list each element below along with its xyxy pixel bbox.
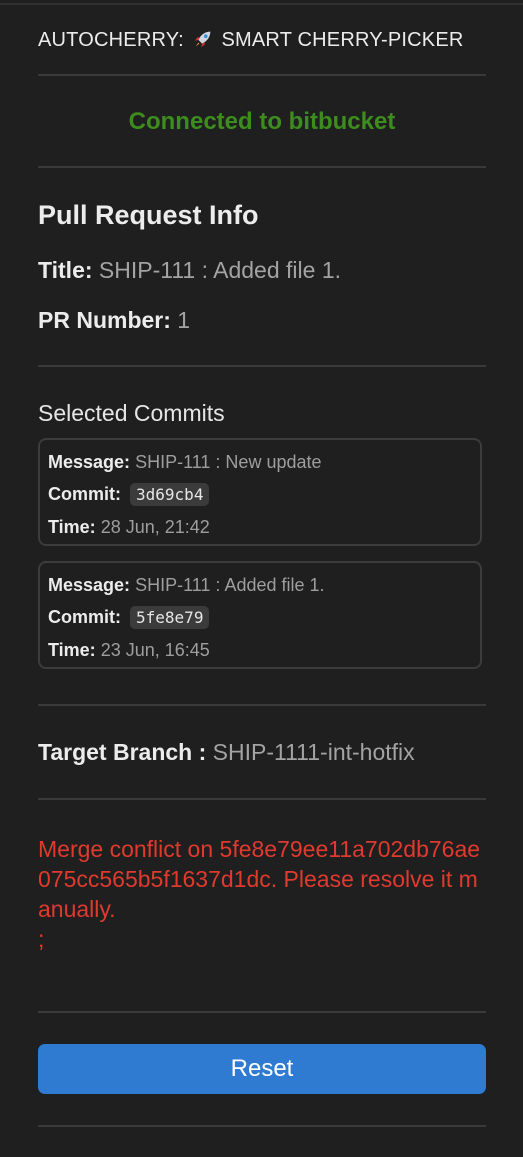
commit-hash-badge: 3d69cb4 xyxy=(130,483,210,506)
divider xyxy=(38,704,486,706)
commit-message-value: SHIP-111 : New update xyxy=(135,452,322,472)
pr-number-label: PR Number: xyxy=(38,307,171,333)
divider xyxy=(38,1125,486,1127)
commit-card: Message: SHIP-111 : New update Commit: 3… xyxy=(38,438,482,546)
top-border xyxy=(0,3,523,5)
connection-status: Connected to bitbucket xyxy=(128,108,396,135)
divider xyxy=(38,1011,486,1013)
commit-time-value: 28 Jun, 21:42 xyxy=(100,517,210,537)
app-title-prefix: AUTOCHERRY: xyxy=(38,29,184,51)
commit-hash-row: Commit: 5fe8e79 xyxy=(48,606,210,629)
commit-message-row: Message: SHIP-111 : Added file 1. xyxy=(48,575,325,596)
divider xyxy=(38,365,486,367)
divider xyxy=(38,74,486,76)
commit-hash-label: Commit: xyxy=(48,484,121,504)
commit-time-label: Time: xyxy=(48,517,96,537)
pull-request-heading: Pull Request Info xyxy=(38,200,259,230)
commit-message-row: Message: SHIP-111 : New update xyxy=(48,452,322,473)
commit-hash-row: Commit: 3d69cb4 xyxy=(48,483,210,506)
target-branch-label: Target Branch : xyxy=(38,739,207,765)
commit-message-label: Message: xyxy=(48,452,131,472)
divider xyxy=(38,798,486,800)
commit-message-value: SHIP-111 : Added file 1. xyxy=(135,575,325,595)
commit-message-label: Message: xyxy=(48,575,131,595)
app-title-suffix: SMART CHERRY-PICKER xyxy=(221,29,464,51)
commit-time-value: 23 Jun, 16:45 xyxy=(100,640,210,660)
commit-hash-badge: 5fe8e79 xyxy=(130,606,210,629)
commit-time-label: Time: xyxy=(48,640,96,660)
commit-time-row: Time: 23 Jun, 16:45 xyxy=(48,640,210,661)
pr-title-value: SHIP-111 : Added file 1. xyxy=(98,257,341,283)
rocket-icon xyxy=(194,31,211,48)
pr-title-row: Title: SHIP-111 : Added file 1. xyxy=(38,257,341,284)
divider xyxy=(38,166,486,168)
merge-conflict-error: Merge conflict on 5fe8e79ee11a702db76ae0… xyxy=(38,836,481,952)
pr-number-value: 1 xyxy=(177,307,191,333)
target-branch-value: SHIP-1111-int-hotfix xyxy=(212,739,415,765)
reset-button[interactable]: Reset xyxy=(38,1044,486,1094)
selected-commits-heading: Selected Commits xyxy=(38,400,225,426)
pr-title-label: Title: xyxy=(38,257,93,283)
pr-number-row: PR Number: 1 xyxy=(38,307,190,334)
app-title: AUTOCHERRY: SMART CHERRY-PICKER xyxy=(38,28,464,52)
commit-hash-label: Commit: xyxy=(48,607,121,627)
commit-time-row: Time: 28 Jun, 21:42 xyxy=(48,517,210,538)
commit-card: Message: SHIP-111 : Added file 1. Commit… xyxy=(38,561,482,669)
target-branch-row: Target Branch : SHIP-1111-int-hotfix xyxy=(38,739,415,766)
